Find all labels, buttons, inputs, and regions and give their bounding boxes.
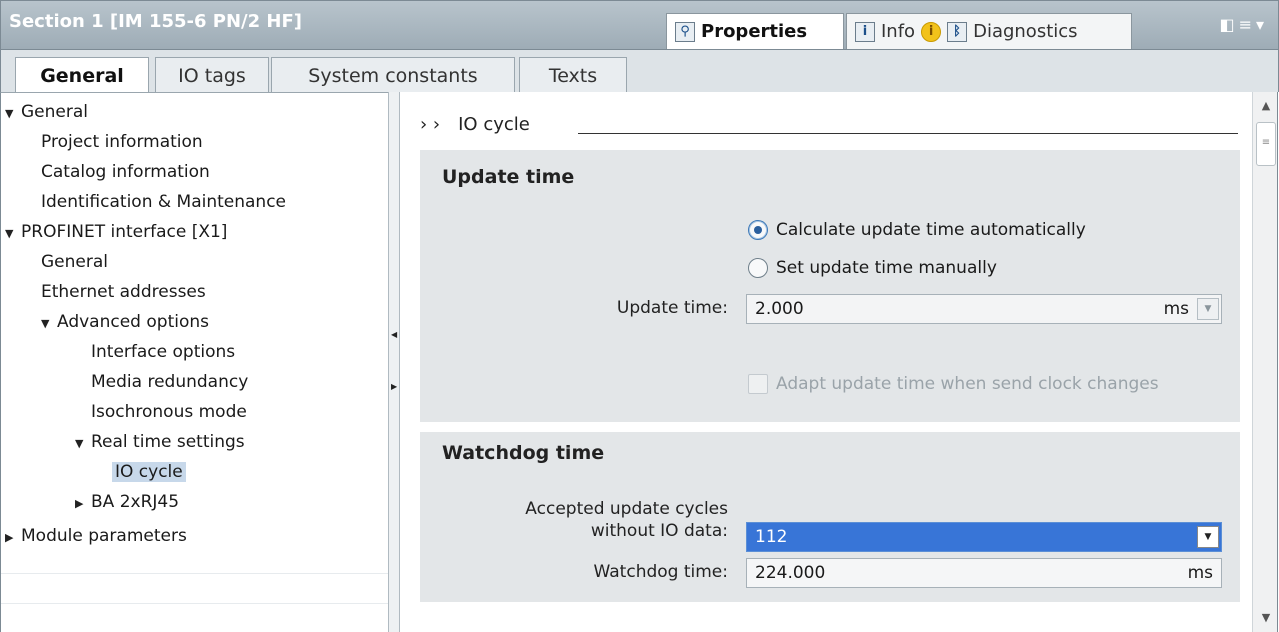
expanded-arrow-icon[interactable]: ▼ <box>5 219 21 249</box>
radio-set-manually[interactable]: Set update time manually <box>748 258 997 278</box>
section-title: Watchdog time <box>442 442 605 464</box>
accepted-update-cycles-label: Accepted update cycles without IO data: <box>525 499 728 541</box>
window-controls[interactable]: ◧≡▾ <box>1219 15 1268 34</box>
update-time-value: 2.000 <box>755 299 804 319</box>
update-time-label: Update time: <box>616 298 728 318</box>
tab-general[interactable]: General <box>15 57 149 94</box>
tab-properties[interactable]: ⚲ Properties <box>666 13 844 49</box>
expanded-arrow-icon[interactable]: ▼ <box>5 99 21 129</box>
accepted-update-cycles-value: 112 <box>755 527 788 547</box>
breadcrumb-arrows-icon[interactable]: › › <box>420 114 440 135</box>
radio-label: Set update time manually <box>776 258 997 278</box>
tree-item-real-time-settings[interactable]: ▼ Real time settings <box>75 427 245 457</box>
properties-icon: ⚲ <box>675 21 695 42</box>
tree-item-io-cycle[interactable]: IO cycle <box>112 457 186 487</box>
watchdog-time-field: 224.000 ms <box>746 558 1222 588</box>
breadcrumb: › › IO cycle <box>420 114 530 135</box>
checkbox[interactable] <box>748 374 768 394</box>
radio-calculate-automatically[interactable]: Calculate update time automatically <box>748 220 1086 240</box>
radio-label: Calculate update time automatically <box>776 220 1086 240</box>
update-time-section: Update time Calculate update time automa… <box>420 150 1240 422</box>
subtab-strip: General IO tags System constants Texts <box>0 50 1279 94</box>
breadcrumb-title: IO cycle <box>458 114 530 135</box>
info-icon[interactable]: i <box>855 21 875 42</box>
pane-splitter[interactable]: ◀ ▶ <box>388 92 400 632</box>
tree-item-media-redundancy[interactable]: Media redundancy <box>91 367 248 397</box>
scrollbar-thumb[interactable]: ≡ <box>1256 122 1276 166</box>
breadcrumb-rule <box>578 133 1238 134</box>
tab-texts[interactable]: Texts <box>519 57 627 93</box>
tree-item-profinet-interface[interactable]: ▼ PROFINET interface [X1] <box>5 217 227 247</box>
tree-item-general[interactable]: ▼ General <box>5 97 88 127</box>
info-warning-icon: i <box>921 21 942 42</box>
update-time-unit: ms <box>1163 299 1189 319</box>
tab-properties-label: Properties <box>701 21 808 42</box>
collapse-left-icon[interactable]: ◀ <box>391 330 397 339</box>
restore-icon[interactable]: ◧ <box>1219 15 1238 34</box>
tree-item-interface-options[interactable]: Interface options <box>91 337 235 367</box>
tree-item-project-information[interactable]: Project information <box>41 127 203 157</box>
update-time-field[interactable]: 2.000 ms ▼ <box>746 294 1222 324</box>
tab-info-diagnostics: i Info i ᛒ Diagnostics <box>846 13 1132 49</box>
tree-item-catalog-information[interactable]: Catalog information <box>41 157 210 187</box>
watchdog-time-value: 224.000 <box>755 563 826 583</box>
expanded-arrow-icon[interactable]: ▼ <box>41 309 57 339</box>
expanded-arrow-icon[interactable]: ▼ <box>75 429 91 459</box>
tab-info-label[interactable]: Info <box>881 21 915 42</box>
tree-item-identification-maintenance[interactable]: Identification & Maintenance <box>41 187 286 217</box>
inspector-title-bar: Section 1 [IM 155-6 PN/2 HF] ⚲ Propertie… <box>0 0 1279 50</box>
watchdog-time-label: Watchdog time: <box>593 562 728 582</box>
tree-item-isochronous-mode[interactable]: Isochronous mode <box>91 397 247 427</box>
radio-button-checked[interactable] <box>748 220 768 240</box>
tree-item-ethernet-addresses[interactable]: Ethernet addresses <box>41 277 206 307</box>
expand-right-icon[interactable]: ▶ <box>391 382 397 391</box>
tree-item-interface-general[interactable]: General <box>41 247 108 277</box>
tab-io-tags[interactable]: IO tags <box>155 57 269 93</box>
tab-diagnostics-label[interactable]: Diagnostics <box>973 21 1077 42</box>
tree-item-ba-2xrj45[interactable]: ▶ BA 2xRJ45 <box>75 487 179 517</box>
menu-icon[interactable]: ≡ <box>1239 15 1256 34</box>
dropdown-arrow-icon[interactable]: ▼ <box>1197 526 1219 548</box>
radio-button[interactable] <box>748 258 768 278</box>
tab-system-constants[interactable]: System constants <box>271 57 515 93</box>
scroll-down-icon[interactable]: ▼ <box>1256 608 1276 628</box>
properties-content: › › IO cycle Update time Calculate update… <box>400 92 1252 632</box>
adapt-update-time-checkbox[interactable]: Adapt update time when send clock change… <box>748 374 1159 394</box>
collapsed-arrow-icon[interactable]: ▶ <box>5 523 21 553</box>
collapsed-arrow-icon[interactable]: ▶ <box>75 489 91 519</box>
watchdog-time-unit: ms <box>1187 563 1213 583</box>
tree-divider <box>1 603 389 604</box>
accepted-update-cycles-select[interactable]: 112 ▼ <box>746 522 1222 552</box>
navigation-tree: ▼ General Project information Catalog inf… <box>0 92 389 632</box>
checkbox-label: Adapt update time when send clock change… <box>776 374 1159 394</box>
section-title: Update time <box>442 166 575 188</box>
vertical-scrollbar[interactable]: ▲ ≡ ▼ <box>1252 92 1278 632</box>
watchdog-time-section: Watchdog time Accepted update cycles wit… <box>420 432 1240 602</box>
tree-item-module-parameters[interactable]: ▶ Module parameters <box>5 521 187 551</box>
dropdown-arrow-icon[interactable]: ▼ <box>1197 298 1219 320</box>
scroll-up-icon[interactable]: ▲ <box>1256 96 1276 116</box>
diagnostics-icon[interactable]: ᛒ <box>947 21 968 42</box>
tree-item-advanced-options[interactable]: ▼ Advanced options <box>41 307 209 337</box>
chevron-down-icon[interactable]: ▾ <box>1256 15 1268 34</box>
window-title: Section 1 [IM 155-6 PN/2 HF] <box>9 11 303 32</box>
tree-divider <box>1 573 389 574</box>
